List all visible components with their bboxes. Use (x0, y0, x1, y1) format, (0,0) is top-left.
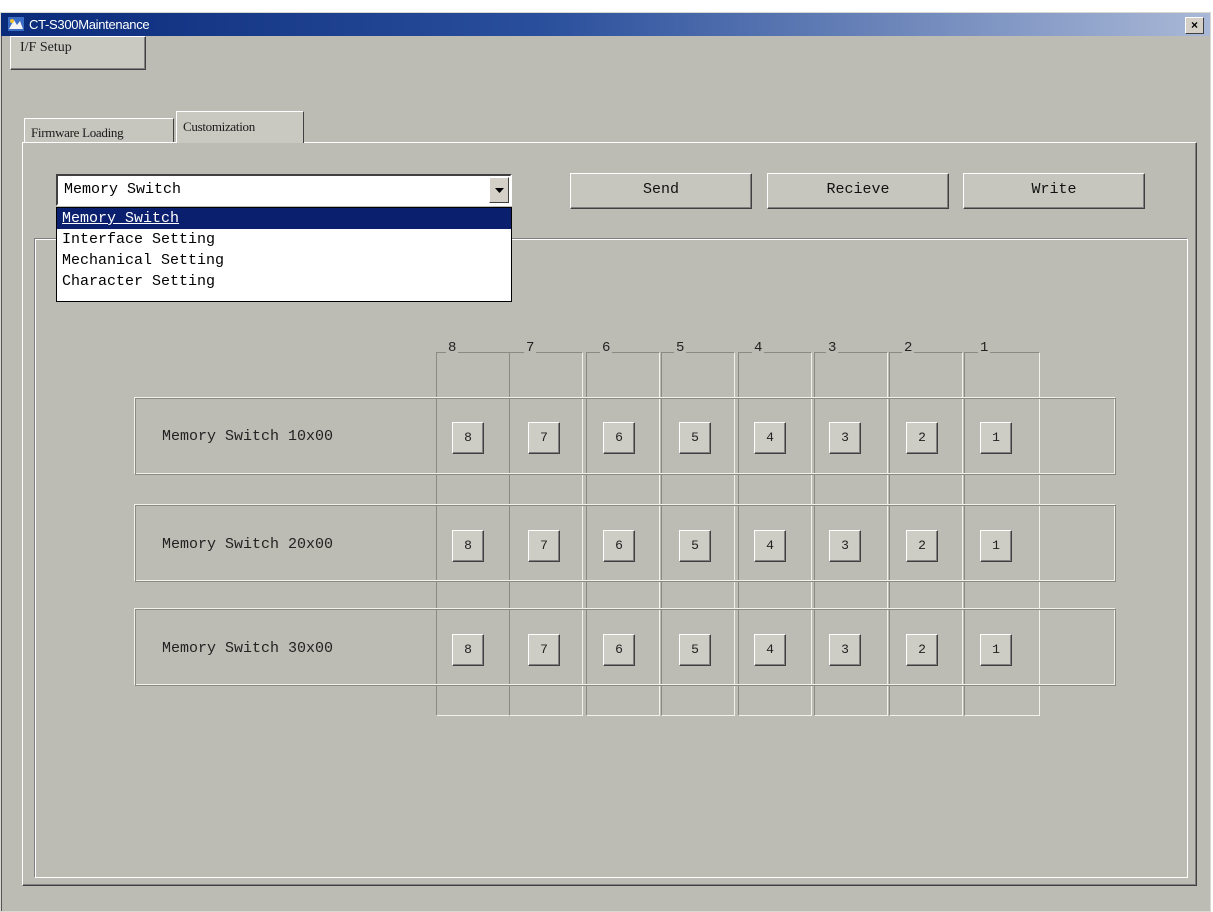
bit-button[interactable]: 6 (603, 634, 635, 666)
bit-header-2: 2 (902, 340, 915, 356)
option-interface-setting[interactable]: Interface Setting (57, 229, 511, 250)
bit-button[interactable]: 6 (603, 530, 635, 562)
bit-button[interactable]: 5 (679, 422, 711, 454)
setting-type-select[interactable]: Memory Switch (56, 174, 512, 206)
bit-button[interactable]: 3 (829, 422, 861, 454)
tab-customization[interactable]: Customization (176, 111, 304, 143)
bit-header-6: 6 (600, 340, 613, 356)
row-label: Memory Switch 20x00 (162, 536, 334, 553)
row-label: Memory Switch 10x00 (162, 428, 334, 445)
bit-header-3: 3 (826, 340, 839, 356)
bit-button[interactable]: 2 (906, 634, 938, 666)
bit-button[interactable]: 1 (980, 634, 1012, 666)
bit-header-4: 4 (752, 340, 765, 356)
ifsetup-button[interactable]: I/F Setup (10, 36, 146, 70)
bit-button[interactable]: 7 (528, 422, 560, 454)
bit-button[interactable]: 4 (754, 530, 786, 562)
bit-header-5: 5 (674, 340, 687, 356)
bit-button[interactable]: 7 (528, 530, 560, 562)
option-memory-switch[interactable]: Memory Switch (57, 208, 511, 229)
bit-button[interactable]: 4 (754, 422, 786, 454)
bit-button[interactable]: 2 (906, 422, 938, 454)
dropdown-arrow-button[interactable] (489, 177, 509, 203)
write-button[interactable]: Write (963, 173, 1145, 209)
bit-button[interactable]: 1 (980, 422, 1012, 454)
bit-button[interactable]: 8 (452, 634, 484, 666)
bit-button[interactable]: 7 (528, 634, 560, 666)
receive-button[interactable]: Recieve (767, 173, 949, 209)
bit-button[interactable]: 6 (603, 422, 635, 454)
app-icon (7, 16, 25, 32)
bit-button[interactable]: 3 (829, 634, 861, 666)
bit-button[interactable]: 5 (679, 530, 711, 562)
option-mechanical-setting[interactable]: Mechanical Setting (57, 250, 511, 271)
bit-header-1: 1 (978, 340, 991, 356)
bit-button[interactable]: 1 (980, 530, 1012, 562)
bit-button[interactable]: 5 (679, 634, 711, 666)
bit-header-8: 8 (446, 340, 459, 356)
bit-button[interactable]: 4 (754, 634, 786, 666)
row-label: Memory Switch 30x00 (162, 640, 334, 657)
title-bar[interactable]: CT-S300Maintenance × (1, 13, 1210, 36)
chevron-down-icon (495, 188, 504, 193)
bit-button[interactable]: 3 (829, 530, 861, 562)
send-button[interactable]: Send (570, 173, 752, 209)
select-value: Memory Switch (64, 181, 182, 198)
option-character-setting[interactable]: Character Setting (57, 271, 511, 292)
bit-button[interactable]: 2 (906, 530, 938, 562)
bit-header-7: 7 (524, 340, 537, 356)
close-icon[interactable]: × (1185, 17, 1204, 34)
bit-button[interactable]: 8 (452, 530, 484, 562)
window-title: CT-S300Maintenance (29, 17, 150, 32)
setting-type-dropdown: Memory Switch Interface Setting Mechanic… (56, 207, 512, 302)
tab-firmware-loading[interactable]: Firmware Loading (24, 118, 174, 142)
bit-button[interactable]: 8 (452, 422, 484, 454)
